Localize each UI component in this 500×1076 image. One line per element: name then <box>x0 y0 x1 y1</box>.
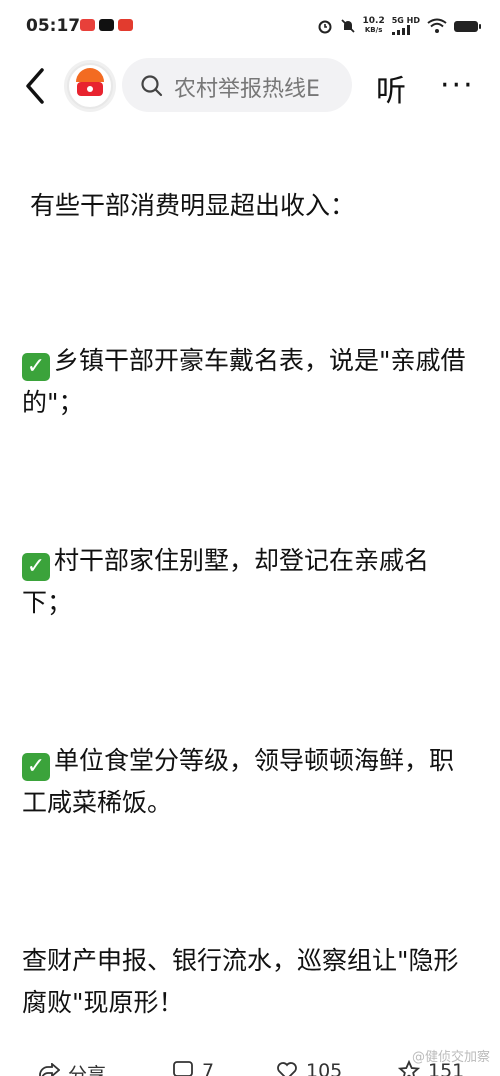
heart-icon <box>277 1062 297 1076</box>
battery-icon <box>454 20 481 32</box>
network-speed: 10.2 KB/s <box>363 17 385 35</box>
article-paragraph: ✓ 乡镇干部开豪车戴名表，说是"亲戚借的"； <box>22 340 472 424</box>
article-paragraph: ✓ 村干部家住别墅，却登记在亲戚名下； <box>22 540 472 624</box>
status-time: 05:17 <box>26 16 81 36</box>
article-paragraph: ✓ 单位食堂分等级，领导顿顿海鲜，职工咸菜稀饭。 <box>22 740 472 824</box>
comment-button[interactable]: 7 <box>172 1060 214 1076</box>
like-count: 105 <box>306 1060 343 1076</box>
net-speed-value: 10.2 <box>362 16 385 26</box>
network-type: 5G HD <box>391 16 420 25</box>
signal-bars-icon <box>391 25 410 35</box>
tiktok-notification-icon <box>99 19 114 31</box>
like-button[interactable]: 105 <box>276 1060 342 1076</box>
paragraph-text: 乡镇干部开豪车戴名表，说是"亲戚借的"； <box>22 346 466 417</box>
toutiao-notification-icon <box>118 19 133 31</box>
share-button[interactable]: 分享 <box>38 1060 106 1076</box>
status-bar: 05:17 10.2 KB/s 5G HD <box>0 0 500 48</box>
alarm-icon <box>318 20 332 34</box>
more-menu-button[interactable]: ··· <box>440 68 475 103</box>
listen-button[interactable]: 听 <box>376 66 406 110</box>
comment-count: 7 <box>202 1060 215 1076</box>
check-mark-icon: ✓ <box>22 753 50 781</box>
search-box[interactable]: 农村举报热线E <box>122 58 352 112</box>
share-icon <box>39 1062 60 1076</box>
check-mark-icon: ✓ <box>22 353 50 381</box>
mute-icon <box>340 19 355 33</box>
toutiao-logo-icon <box>67 63 113 109</box>
search-icon <box>141 75 163 97</box>
app-logo[interactable] <box>64 60 116 112</box>
back-arrow-icon[interactable] <box>20 66 50 106</box>
search-placeholder: 农村举报热线E <box>174 77 320 102</box>
comment-icon <box>173 1061 193 1076</box>
wifi-icon <box>427 18 447 33</box>
status-right-group: 10.2 KB/s 5G HD <box>317 14 481 38</box>
watermark: @健侦交加察 <box>411 1050 490 1065</box>
check-mark-icon: ✓ <box>22 553 50 581</box>
article-paragraph: 查财产申报、银行流水，巡察组让"隐形腐败"现原形！ <box>22 946 459 1017</box>
cell-signal: 5G HD <box>391 16 420 35</box>
net-speed-unit: KB/s <box>364 26 383 34</box>
share-label: 分享 <box>68 1064 107 1076</box>
paragraph-text: 单位食堂分等级，领导顿顿海鲜，职工咸菜稀饭。 <box>22 746 455 817</box>
article-paragraph: 有些干部消费明显超出收入： <box>30 191 356 220</box>
top-nav-bar: 农村举报热线E 听 ··· <box>0 52 500 122</box>
paragraph-text: 村干部家住别墅，却登记在亲戚名下； <box>22 546 430 617</box>
app-notification-icon <box>80 19 95 31</box>
